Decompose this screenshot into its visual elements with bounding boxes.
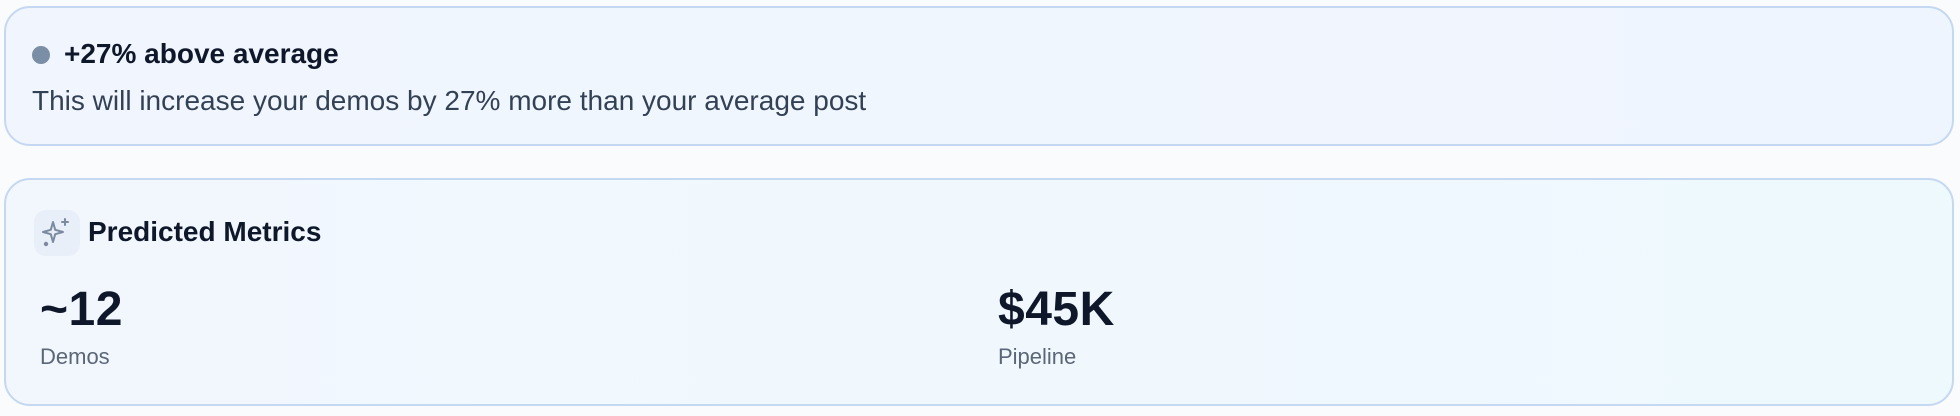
insight-title: +27% above average [64,38,339,69]
sparkle-icon [34,210,80,256]
metric-pipeline-value: $45K [998,283,1115,336]
metric-demos-label: Demos [40,344,110,369]
predicted-metrics-card: Predicted Metrics ~12 Demos $45K Pipelin… [4,178,1954,406]
metrics-title: Predicted Metrics [88,216,322,247]
insight-description: This will increase your demos by 27% mor… [32,85,867,116]
metric-demos-value: ~12 [40,283,123,336]
status-dot [32,46,50,64]
insight-card: +27% above average This will increase yo… [4,6,1954,146]
metric-pipeline-label: Pipeline [998,344,1077,369]
